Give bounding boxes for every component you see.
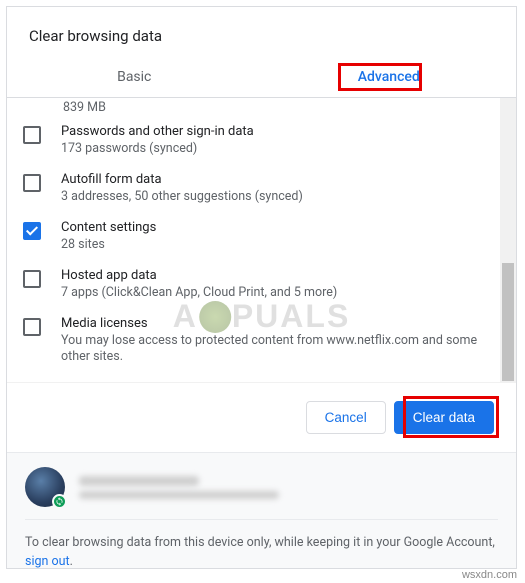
account-row <box>25 467 498 520</box>
item-title: Hosted app data <box>61 268 498 283</box>
button-row: Cancel Clear data <box>7 383 516 452</box>
item-sub: 28 sites <box>61 237 498 254</box>
item-sub: 3 addresses, 50 other suggestions (synce… <box>61 189 498 206</box>
scrollbar-track[interactable] <box>500 98 516 383</box>
tabs: Basic Advanced <box>7 59 516 98</box>
content-area: 839 MB Passwords and other sign-in data … <box>7 98 516 568</box>
checkbox-passwords[interactable] <box>23 126 41 144</box>
avatar <box>25 467 65 507</box>
dialog-title: Clear browsing data <box>7 7 516 59</box>
sign-out-link[interactable]: sign out <box>25 554 70 568</box>
item-text: Passwords and other sign-in data 173 pas… <box>61 124 498 158</box>
account-email-blurred <box>79 491 279 499</box>
checkbox-content-settings[interactable] <box>23 222 41 240</box>
account-section: To clear browsing data from this device … <box>7 452 516 568</box>
item-title: Content settings <box>61 220 498 235</box>
data-type-list: 839 MB Passwords and other sign-in data … <box>7 98 516 383</box>
checkbox-autofill[interactable] <box>23 174 41 192</box>
item-text: Media licenses You may lose access to pr… <box>61 316 498 367</box>
footer-text: To clear browsing data from this device … <box>25 534 498 568</box>
item-autofill: Autofill form data 3 addresses, 50 other… <box>23 165 498 213</box>
site-credit: wsxdn.com <box>462 569 517 581</box>
tab-basic[interactable]: Basic <box>7 59 262 97</box>
item-title: Autofill form data <box>61 172 498 187</box>
clear-browsing-data-dialog: Clear browsing data Basic Advanced 839 M… <box>6 6 517 569</box>
item-sub: 7 apps (Click&Clean App, Cloud Print, an… <box>61 285 498 302</box>
item-text: Hosted app data 7 apps (Click&Clean App,… <box>61 268 498 302</box>
tab-advanced-label: Advanced <box>358 69 420 85</box>
footer-text-before: To clear browsing data from this device … <box>25 535 495 550</box>
truncated-prev-item: 839 MB <box>23 100 498 115</box>
checkbox-media-licenses[interactable] <box>23 318 41 336</box>
item-sub: 173 passwords (synced) <box>61 141 498 158</box>
footer-text-after: . <box>70 554 73 568</box>
clear-data-button[interactable]: Clear data <box>394 401 494 434</box>
checkbox-hosted-app-data[interactable] <box>23 270 41 288</box>
scrollbar-thumb[interactable] <box>502 263 514 381</box>
account-name-blurred <box>79 476 199 486</box>
item-sub: You may lose access to protected content… <box>61 333 498 367</box>
cancel-button[interactable]: Cancel <box>306 401 386 434</box>
item-text: Autofill form data 3 addresses, 50 other… <box>61 172 498 206</box>
item-title: Passwords and other sign-in data <box>61 124 498 139</box>
item-hosted-app-data: Hosted app data 7 apps (Click&Clean App,… <box>23 261 498 309</box>
item-content-settings: Content settings 28 sites <box>23 213 498 261</box>
item-title: Media licenses <box>61 316 498 331</box>
sync-badge-icon <box>52 494 67 509</box>
item-media-licenses: Media licenses You may lose access to pr… <box>23 309 498 374</box>
tab-advanced[interactable]: Advanced <box>262 59 517 97</box>
account-text <box>79 476 498 499</box>
item-passwords: Passwords and other sign-in data 173 pas… <box>23 117 498 165</box>
item-text: Content settings 28 sites <box>61 220 498 254</box>
